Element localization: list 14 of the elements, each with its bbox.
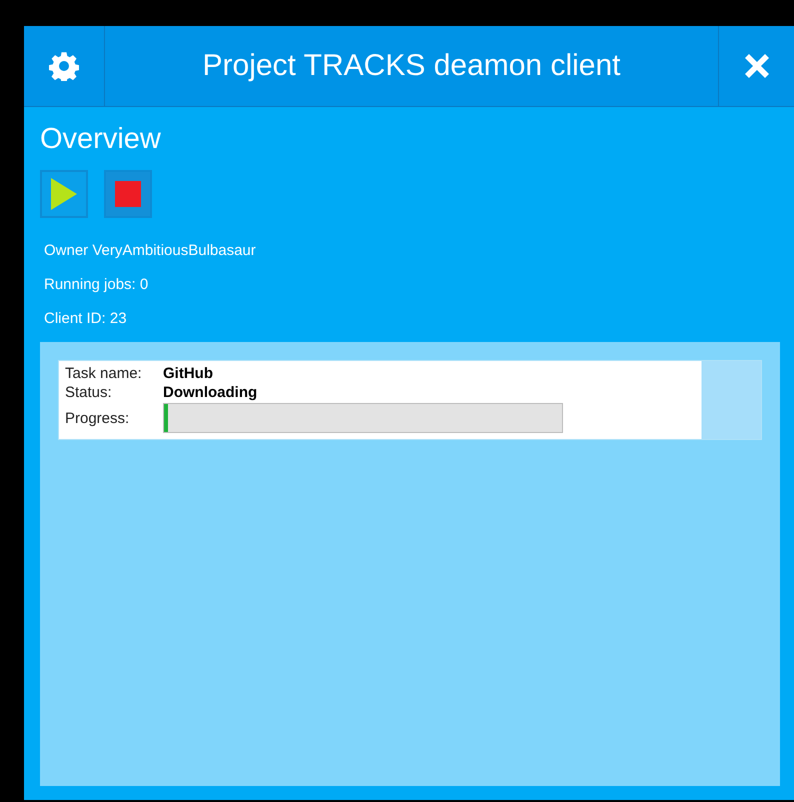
task-name: GitHub (163, 365, 214, 382)
stop-icon (115, 181, 141, 207)
task-status: Downloading (163, 384, 258, 401)
task-item[interactable]: Task name: GitHub Status: Downloading Progress: (58, 360, 762, 440)
field-label: Progress: (65, 410, 130, 426)
section-title: Overview (40, 123, 162, 156)
info-text: Client ID: 23 (43, 309, 128, 329)
settings-icon (49, 51, 79, 81)
play-icon (49, 177, 79, 211)
field-label: Status: (65, 384, 113, 401)
info-text: Running jobs: 0 (43, 275, 150, 295)
info-text: Owner VeryAmbitiousBulbasaur (43, 241, 257, 261)
field-label: Task name: (65, 365, 143, 382)
play-button[interactable] (40, 170, 88, 218)
